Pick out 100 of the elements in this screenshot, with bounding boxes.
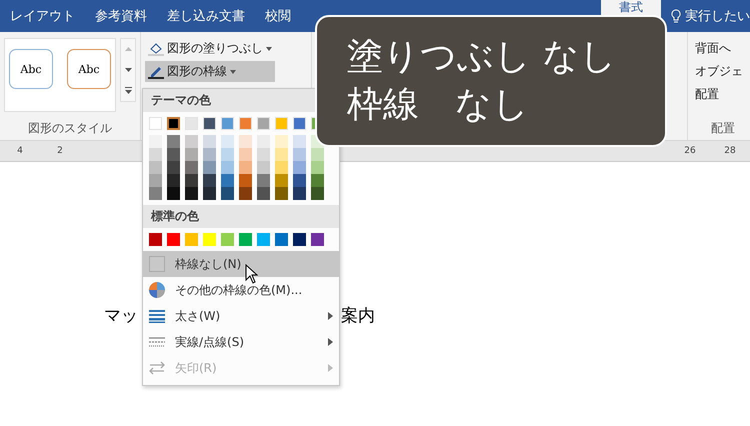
shape-style-option[interactable]: Abc	[9, 49, 53, 89]
ribbon-tab[interactable]: 参考資料	[85, 0, 157, 32]
color-swatch[interactable]	[239, 148, 252, 161]
color-swatch[interactable]	[275, 161, 288, 174]
color-swatch[interactable]	[203, 161, 216, 174]
ribbon-tab[interactable]: 差し込み文書	[157, 0, 255, 32]
color-swatch[interactable]	[311, 187, 324, 200]
color-swatch[interactable]	[257, 174, 270, 187]
submenu-arrow-icon	[328, 312, 333, 320]
color-swatch[interactable]	[149, 174, 162, 187]
color-swatch[interactable]	[239, 233, 252, 246]
color-swatch[interactable]	[293, 161, 306, 174]
color-swatch[interactable]	[149, 135, 162, 148]
color-swatch[interactable]	[311, 161, 324, 174]
color-swatch[interactable]	[257, 187, 270, 200]
color-swatch[interactable]	[257, 161, 270, 174]
ribbon-button[interactable]: 配置	[692, 84, 746, 105]
lightbulb-icon	[671, 9, 681, 23]
color-swatch[interactable]	[257, 135, 270, 148]
color-swatch[interactable]	[293, 135, 306, 148]
color-swatch[interactable]	[149, 148, 162, 161]
menu-item[interactable]: 枠線なし(N)	[143, 251, 339, 277]
color-swatch[interactable]	[185, 135, 198, 148]
color-swatch[interactable]	[257, 233, 270, 246]
color-swatch[interactable]	[149, 187, 162, 200]
caption-text: 塗りつぶし なし	[347, 35, 618, 79]
color-swatch[interactable]	[275, 187, 288, 200]
color-swatch[interactable]	[167, 233, 180, 246]
document-text: マッ	[104, 305, 138, 327]
group-label: 図形のスタイル	[27, 120, 113, 137]
color-swatch[interactable]	[275, 174, 288, 187]
color-swatch[interactable]	[185, 148, 198, 161]
color-swatch[interactable]	[221, 148, 234, 161]
color-swatch[interactable]	[149, 233, 162, 246]
color-swatch[interactable]	[185, 161, 198, 174]
color-swatch[interactable]	[239, 135, 252, 148]
menu-section-header: 標準の色	[143, 205, 339, 228]
mouse-pointer-icon	[245, 264, 258, 284]
ribbon-button[interactable]: 背面へ	[692, 38, 746, 59]
ribbon-tab[interactable]: レイアウト	[0, 0, 85, 32]
color-swatch[interactable]	[293, 187, 306, 200]
scroll-up-icon[interactable]	[124, 47, 132, 52]
color-swatch[interactable]	[167, 148, 180, 161]
color-swatch[interactable]	[293, 174, 306, 187]
color-swatch[interactable]	[239, 187, 252, 200]
shape-style-option[interactable]: Abc	[67, 49, 111, 89]
dropdown-caret-icon	[266, 46, 272, 50]
scroll-down-icon[interactable]	[124, 68, 132, 72]
ruler-number: 2	[56, 146, 64, 156]
color-swatch[interactable]	[221, 161, 234, 174]
expand-gallery-icon[interactable]	[124, 87, 132, 94]
dropdown-caret-icon	[230, 70, 236, 74]
color-swatch[interactable]	[275, 148, 288, 161]
color-swatch[interactable]	[149, 161, 162, 174]
color-swatch[interactable]	[239, 174, 252, 187]
color-swatch[interactable]	[203, 148, 216, 161]
color-swatch[interactable]	[221, 233, 234, 246]
arrows-icon	[149, 361, 165, 375]
ribbon-tab[interactable]: 校閲	[255, 0, 301, 32]
line-weight-icon	[149, 309, 165, 323]
color-swatch[interactable]	[167, 174, 180, 187]
color-swatch[interactable]	[221, 187, 234, 200]
group-label: 配置	[710, 120, 736, 137]
color-swatch[interactable]	[203, 174, 216, 187]
color-wheel-icon	[149, 282, 165, 298]
color-swatch[interactable]	[167, 117, 180, 130]
submenu-arrow-icon	[328, 338, 333, 346]
ribbon-button[interactable]: 図形の塗りつぶし	[145, 38, 275, 59]
color-swatch[interactable]	[167, 161, 180, 174]
color-swatch[interactable]	[203, 187, 216, 200]
submenu-arrow-icon	[328, 364, 333, 372]
caption-text: 枠線 なし	[347, 83, 530, 127]
color-swatch[interactable]	[185, 233, 198, 246]
color-swatch[interactable]	[311, 148, 324, 161]
color-swatch[interactable]	[185, 187, 198, 200]
ruler-number: 4	[16, 146, 24, 156]
color-swatch[interactable]	[167, 187, 180, 200]
color-swatch[interactable]	[185, 174, 198, 187]
color-swatch[interactable]	[293, 148, 306, 161]
color-swatch[interactable]	[293, 233, 306, 246]
color-swatch[interactable]	[257, 148, 270, 161]
menu-item[interactable]: その他の枠線の色(M)...	[143, 277, 339, 303]
color-swatch[interactable]	[167, 135, 180, 148]
color-swatch[interactable]	[275, 135, 288, 148]
empty-swatch-icon	[149, 256, 165, 272]
ribbon-button[interactable]: オブジェ	[692, 61, 746, 82]
ruler-number: 28	[723, 146, 737, 156]
menu-item[interactable]: 実線/点線(S)	[143, 329, 339, 355]
ruler-number: 26	[683, 146, 697, 156]
menu-item[interactable]: 太さ(W)	[143, 303, 339, 329]
ribbon-button[interactable]: 図形の枠線	[145, 61, 275, 82]
color-swatch[interactable]	[239, 161, 252, 174]
color-swatch[interactable]	[275, 233, 288, 246]
color-swatch[interactable]	[221, 135, 234, 148]
color-swatch[interactable]	[221, 174, 234, 187]
color-swatch[interactable]	[311, 233, 324, 246]
pen-icon	[148, 64, 164, 78]
color-swatch[interactable]	[203, 233, 216, 246]
color-swatch[interactable]	[203, 135, 216, 148]
color-swatch[interactable]	[311, 174, 324, 187]
